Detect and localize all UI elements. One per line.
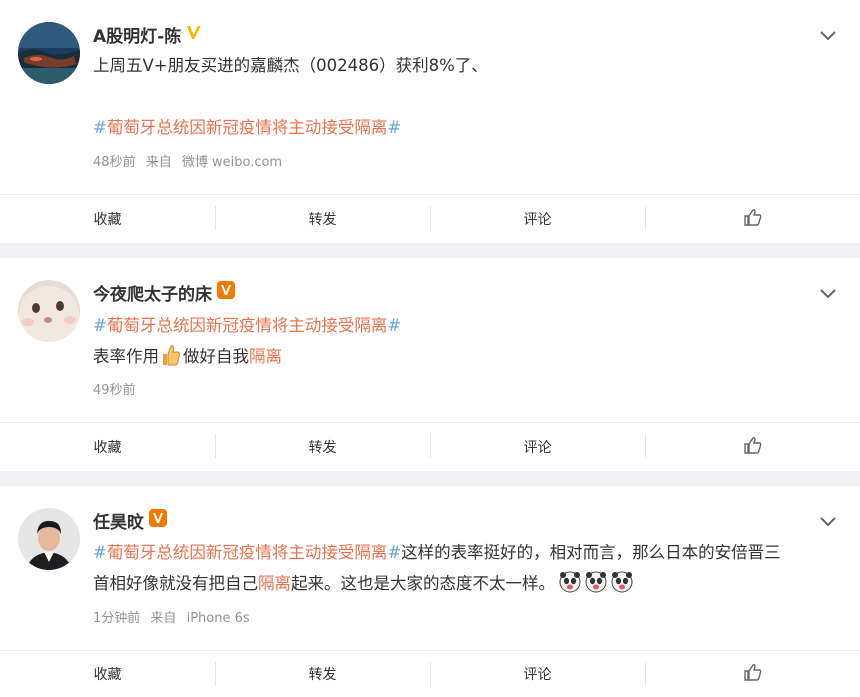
source-prefix: 来自: [150, 611, 177, 626]
verified-orange-v-icon: [216, 280, 236, 304]
topic-line: #葡萄牙总统因新冠疫情将主动接受隔离#: [93, 112, 820, 143]
topic-link[interactable]: 葡萄牙总统因新冠疫情将主动接受隔离: [107, 543, 388, 562]
repost-label: 转发: [308, 212, 337, 228]
keyword-highlight: 隔离: [258, 574, 291, 593]
topic-hash: #: [93, 543, 107, 562]
post-source[interactable]: 微博 weibo.com: [182, 155, 282, 170]
action-bar: 收藏 转发 评论: [0, 650, 860, 697]
post-time[interactable]: 1分钟前: [93, 611, 140, 626]
panda-emoji-icon: [611, 571, 633, 593]
topic-hash: #: [93, 316, 107, 335]
verified-gold-v-icon: [185, 23, 203, 45]
post-text-part: 起来。这也是大家的态度不太一样。: [291, 574, 555, 593]
thumbs-up-icon: [743, 208, 762, 230]
post-text: 上周五V+朋友买进的嘉麟杰（002486）获利8%了、: [93, 56, 488, 75]
topic-hash: #: [93, 118, 107, 137]
topic-link[interactable]: 葡萄牙总统因新冠疫情将主动接受隔离: [107, 118, 388, 137]
comment-button[interactable]: 评论: [430, 423, 645, 471]
comment-button[interactable]: 评论: [430, 651, 645, 697]
like-button[interactable]: [645, 195, 860, 243]
source-prefix: 来自: [145, 155, 172, 170]
user-avatar[interactable]: [18, 280, 80, 342]
action-bar: 收藏 转发 评论: [0, 422, 860, 471]
post-meta: 48秒前 来自 微博 weibo.com: [93, 151, 288, 170]
collect-label: 收藏: [93, 440, 122, 456]
chevron-down-icon[interactable]: [820, 284, 836, 303]
topic-link[interactable]: 葡萄牙总统因新冠疫情将主动接受隔离: [107, 316, 388, 335]
post-text-part: 这样的表率挺好的，相对而言，那么日本的安倍晋三: [401, 543, 781, 562]
topic-line: #葡萄牙总统因新冠疫情将主动接受隔离#: [93, 310, 820, 341]
comment-label: 评论: [523, 440, 552, 456]
repost-label: 转发: [308, 667, 337, 683]
thumbs-up-icon: [743, 436, 762, 458]
repost-button[interactable]: 转发: [215, 195, 430, 243]
post-text: #葡萄牙总统因新冠疫情将主动接受隔离#这样的表率挺好的，相对而言，那么日本的安倍…: [93, 537, 830, 599]
post-source[interactable]: iPhone 6s: [187, 611, 250, 626]
repost-button[interactable]: 转发: [215, 651, 430, 697]
topic-hash: #: [387, 543, 402, 562]
user-avatar[interactable]: [18, 22, 80, 84]
weibo-post-card: 任昊旼 #葡萄牙总统因新冠疫情将主动接受隔离#这样的表率挺好的，相对而言，那么日…: [0, 486, 860, 697]
collect-label: 收藏: [93, 667, 122, 683]
post-time[interactable]: 49秒前: [93, 383, 136, 398]
user-name[interactable]: 今夜爬太子的床: [93, 280, 212, 305]
comment-button[interactable]: 评论: [430, 195, 645, 243]
comment-label: 评论: [523, 212, 552, 228]
verified-orange-v-icon: [148, 508, 168, 532]
post-text-part: 做好自我: [183, 347, 249, 366]
collect-button[interactable]: 收藏: [0, 195, 215, 243]
post-text-part: 首相好像就没有把自己: [93, 574, 258, 593]
topic-hash: #: [387, 316, 402, 335]
thumbs-up-icon: [743, 663, 762, 685]
weibo-post-card: A股明灯-陈 上周五V+朋友买进的嘉麟杰（002486）获利8%了、 #葡萄牙总…: [0, 0, 860, 243]
post-text-part: 表率作用: [93, 347, 159, 366]
user-avatar[interactable]: [18, 508, 80, 570]
user-name[interactable]: 任昊旼: [93, 508, 144, 533]
panda-emoji-icon: [585, 571, 607, 593]
collect-button[interactable]: 收藏: [0, 651, 215, 697]
user-name[interactable]: A股明灯-陈: [93, 22, 181, 47]
like-button[interactable]: [645, 651, 860, 697]
collect-label: 收藏: [93, 212, 122, 228]
weibo-post-card: 今夜爬太子的床 #葡萄牙总统因新冠疫情将主动接受隔离# 表率作用 做好自我隔离 4…: [0, 258, 860, 471]
comment-label: 评论: [523, 667, 552, 683]
post-time[interactable]: 48秒前: [93, 155, 136, 170]
repost-label: 转发: [308, 440, 337, 456]
panda-emoji-icon: [559, 571, 581, 593]
post-meta: 49秒前: [93, 379, 142, 398]
collect-button[interactable]: 收藏: [0, 423, 215, 471]
action-bar: 收藏 转发 评论: [0, 194, 860, 243]
chevron-down-icon[interactable]: [820, 512, 836, 531]
repost-button[interactable]: 转发: [215, 423, 430, 471]
thumbs-up-emoji-icon: [161, 344, 181, 366]
like-button[interactable]: [645, 423, 860, 471]
post-text: 表率作用 做好自我隔离: [93, 341, 820, 372]
topic-hash: #: [387, 118, 402, 137]
keyword-highlight: 隔离: [249, 347, 282, 366]
chevron-down-icon[interactable]: [820, 26, 836, 45]
post-meta: 1分钟前 来自 iPhone 6s: [93, 607, 256, 626]
